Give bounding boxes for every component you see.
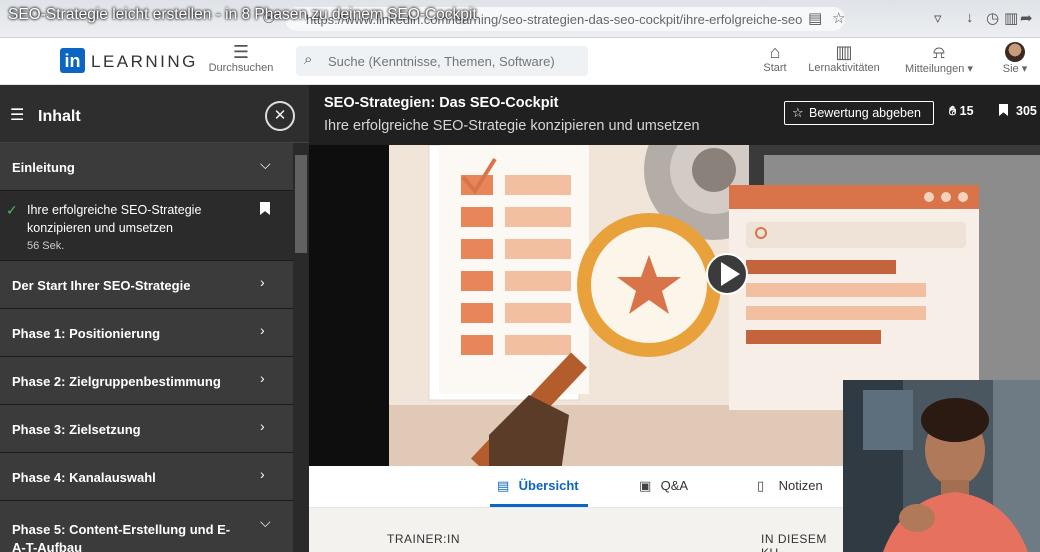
search-box[interactable]: ⌕ — [296, 46, 588, 76]
toc-list: Einleitung ⌵ ✓ Ihre erfolgreiche SEO-Str… — [0, 143, 293, 552]
like-count: 15 — [959, 104, 974, 118]
nav-me-label: Sie — [1002, 63, 1019, 75]
check-icon: ✓ — [6, 202, 18, 218]
chat-icon: ▣ — [639, 478, 652, 493]
search-icon: ⌕ — [304, 51, 313, 68]
lesson-title: Ihre erfolgreiche SEO-Strategie konzipie… — [27, 203, 202, 235]
avatar — [1005, 42, 1025, 62]
chevron-right-icon: › — [260, 418, 265, 434]
nav-notifications[interactable]: ⍾ Mitteilungen ▾ — [898, 42, 980, 75]
rate-course-button[interactable]: ☆ Bewertung abgeben — [784, 101, 934, 125]
sidebar-header: ☰ Inhalt ✕ — [0, 85, 309, 143]
share-icon[interactable]: ➦ — [1020, 9, 1033, 27]
content-tabs: ▤ Übersicht ▣ Q&A ▯ Notizen — [309, 466, 844, 508]
learning-wordmark[interactable]: LEARNING — [91, 52, 198, 72]
star-icon[interactable]: ☆ — [832, 9, 845, 27]
active-tab-indicator — [490, 504, 588, 507]
rate-course-label: Bewertung abgeben — [809, 106, 921, 120]
browser-toolbar: ☉ https://www.linkedin.com/learning/seo-… — [0, 0, 1040, 38]
list-icon: ☰ — [232, 42, 250, 62]
close-sidebar-button[interactable]: ✕ — [265, 101, 295, 131]
book-icon: ▥ — [835, 42, 853, 62]
notes-icon: ▯ — [757, 478, 765, 493]
chevron-down-icon: ⌵ — [260, 156, 271, 172]
lesson-heading: Ihre erfolgreiche SEO-Strategie konzipie… — [324, 118, 700, 134]
toc-section-start[interactable]: Der Start Ihrer SEO-Strategie › — [0, 261, 293, 309]
sidebar-title: Inhalt — [38, 108, 81, 125]
trainer-heading: TRAINER:IN — [387, 532, 461, 546]
nav-activities-label: Lernaktivitäten — [808, 62, 880, 74]
toc-section-phase5[interactable]: Phase 5: Content-Erstellung und E-A-T-Au… — [0, 501, 293, 552]
tab-notes[interactable]: ▯ Notizen — [757, 478, 823, 494]
contents-sidebar: ☰ Inhalt ✕ Einleitung ⌵ ✓ Ihre erfolgrei… — [0, 85, 309, 552]
scrollbar-thumb[interactable] — [295, 155, 307, 253]
sidebar-icon[interactable]: ▥ — [1004, 9, 1018, 27]
bookmark-icon[interactable] — [260, 202, 270, 215]
presenter-video — [843, 380, 1040, 552]
toc-section-label: Phase 1: Positionierung — [12, 326, 161, 341]
nav-home-label: Start — [763, 62, 787, 74]
browse-label: Durchsuchen — [208, 62, 274, 74]
nav-notifications-label: Mitteilungen — [905, 63, 965, 75]
details-panel: TRAINER:IN IN DIESEM KU — [309, 508, 844, 552]
thumbs-up-icon: ✋︎ — [949, 104, 957, 118]
chevron-right-icon: › — [260, 322, 265, 338]
linkedin-logo[interactable]: in — [60, 48, 85, 73]
pocket-icon[interactable]: ▿ — [934, 9, 942, 27]
bookmark-icon — [999, 104, 1008, 116]
chevron-right-icon: › — [260, 466, 265, 482]
course-title[interactable]: SEO-Strategien: Das SEO-Cockpit — [324, 95, 558, 111]
chevron-right-icon: › — [260, 370, 265, 386]
toc-section-label: Einleitung — [12, 160, 75, 175]
toc-section-label: Phase 2: Zielgruppenbestimmung — [12, 374, 221, 389]
chevron-down-icon: ⌵ — [260, 514, 271, 530]
sidebar-scrollbar[interactable] — [293, 143, 309, 552]
screen: ☉ https://www.linkedin.com/learning/seo-… — [0, 0, 1040, 552]
linkedin-header: in LEARNING ☰ Durchsuchen ⌕ ⌂ Start ▥ Le… — [0, 38, 1040, 85]
toc-section-intro[interactable]: Einleitung ⌵ — [0, 143, 293, 191]
webcam-overlay — [843, 380, 1040, 552]
toc-section-label: Phase 3: Zielsetzung — [12, 422, 141, 437]
lesson-duration: 56 Sek. — [27, 240, 65, 252]
star-icon: ☆ — [792, 105, 804, 120]
browse-button[interactable]: ☰ Durchsuchen — [206, 42, 276, 74]
caret-down-icon: ▾ — [1018, 63, 1028, 75]
clock-icon[interactable]: ◷ — [986, 9, 999, 27]
toc-section-phase3[interactable]: Phase 3: Zielsetzung › — [0, 405, 293, 453]
video-overlay-title: SEO-Strategie leicht erstellen - in 8 Ph… — [8, 6, 477, 23]
home-icon: ⌂ — [769, 42, 781, 62]
list-icon: ☰ — [10, 107, 25, 124]
toc-section-phase4[interactable]: Phase 4: Kanalauswahl › — [0, 453, 293, 501]
save-button[interactable]: 305 — [999, 104, 1037, 118]
search-input[interactable] — [328, 51, 578, 71]
document-icon: ▤ — [497, 478, 510, 493]
reader-icon[interactable]: ▤ — [808, 9, 822, 27]
video-header: SEO-Strategien: Das SEO-Cockpit Ihre erf… — [309, 85, 1040, 145]
save-count: 305 — [1016, 104, 1037, 118]
nav-me[interactable]: Sie ▾ — [996, 42, 1034, 75]
course-contents-heading: IN DIESEM KU — [761, 532, 827, 552]
like-button[interactable]: ✋︎ 15 — [949, 104, 974, 119]
download-icon[interactable]: ↓ — [966, 9, 974, 26]
toc-section-phase2[interactable]: Phase 2: Zielgruppenbestimmung › — [0, 357, 293, 405]
tab-overview[interactable]: ▤ Übersicht — [497, 478, 579, 494]
toc-section-phase1[interactable]: Phase 1: Positionierung › — [0, 309, 293, 357]
toc-section-label: Der Start Ihrer SEO-Strategie — [12, 278, 191, 293]
nav-home[interactable]: ⌂ Start — [758, 42, 792, 74]
tab-overview-label: Übersicht — [518, 478, 579, 493]
toc-section-label: Phase 5: Content-Erstellung und E-A-T-Au… — [12, 522, 231, 552]
close-icon: ✕ — [273, 107, 287, 124]
nav-activities[interactable]: ▥ Lernaktivitäten — [806, 42, 882, 74]
toc-section-label: Phase 4: Kanalauswahl — [12, 470, 156, 485]
chevron-right-icon: › — [260, 274, 265, 290]
tab-qa-label: Q&A — [660, 478, 689, 493]
bell-icon: ⍾ — [933, 42, 945, 62]
tab-notes-label: Notizen — [778, 478, 823, 493]
tab-qa[interactable]: ▣ Q&A — [639, 478, 688, 494]
toc-lesson-current[interactable]: ✓ Ihre erfolgreiche SEO-Strategie konzip… — [0, 191, 293, 261]
caret-down-icon: ▾ — [964, 63, 973, 75]
